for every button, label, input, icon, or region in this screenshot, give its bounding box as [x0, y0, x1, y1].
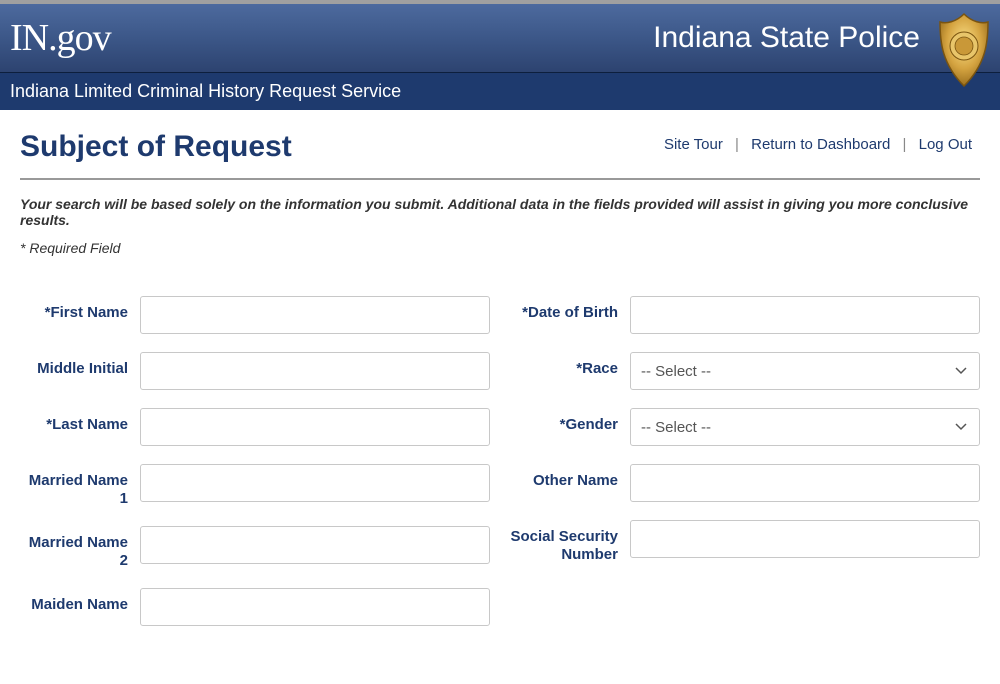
nav-separator: |: [735, 136, 739, 153]
top-nav-links: Site Tour | Return to Dashboard | Log Ou…: [656, 136, 980, 153]
last-name-label: *Last Name: [20, 408, 140, 434]
instructions-text: Your search will be based solely on the …: [20, 196, 980, 228]
last-name-row: *Last Name: [20, 408, 490, 446]
middle-initial-label: Middle Initial: [20, 352, 140, 378]
return-dashboard-link[interactable]: Return to Dashboard: [743, 136, 898, 153]
married-name-1-row: Married Name 1: [20, 464, 490, 508]
ingov-logo[interactable]: IN.gov: [10, 16, 111, 60]
dob-input[interactable]: [630, 296, 980, 334]
race-row: *Race -- Select --: [510, 352, 980, 390]
gender-select[interactable]: -- Select --: [630, 408, 980, 446]
race-label: *Race: [510, 352, 630, 378]
log-out-link[interactable]: Log Out: [911, 136, 980, 153]
other-name-input[interactable]: [630, 464, 980, 502]
gender-row: *Gender -- Select --: [510, 408, 980, 446]
married-name-2-row: Married Name 2: [20, 526, 490, 570]
ssn-input[interactable]: [630, 520, 980, 558]
police-badge-icon: [936, 12, 992, 88]
agency-name: Indiana State Police: [653, 21, 920, 55]
form-grid: *First Name Middle Initial *Last Name Ma…: [20, 296, 980, 644]
maiden-name-row: Maiden Name: [20, 588, 490, 626]
other-name-label: Other Name: [510, 464, 630, 490]
service-title-bar: Indiana Limited Criminal History Request…: [0, 72, 1000, 110]
ssn-row: Social Security Number: [510, 520, 980, 564]
race-select[interactable]: -- Select --: [630, 352, 980, 390]
dob-row: *Date of Birth: [510, 296, 980, 334]
ssn-label: Social Security Number: [510, 520, 630, 564]
first-name-input[interactable]: [140, 296, 490, 334]
maiden-name-input[interactable]: [140, 588, 490, 626]
site-tour-link[interactable]: Site Tour: [656, 136, 731, 153]
form-right-column: *Date of Birth *Race -- Select -- *Gende…: [510, 296, 980, 644]
married-name-2-label: Married Name 2: [20, 526, 140, 570]
form-left-column: *First Name Middle Initial *Last Name Ma…: [20, 296, 490, 644]
first-name-label: *First Name: [20, 296, 140, 322]
maiden-name-label: Maiden Name: [20, 588, 140, 614]
main-content: Site Tour | Return to Dashboard | Log Ou…: [0, 110, 1000, 684]
first-name-row: *First Name: [20, 296, 490, 334]
married-name-1-input[interactable]: [140, 464, 490, 502]
required-field-note: * Required Field: [20, 240, 980, 256]
married-name-2-input[interactable]: [140, 526, 490, 564]
married-name-1-label: Married Name 1: [20, 464, 140, 508]
last-name-input[interactable]: [140, 408, 490, 446]
nav-separator: |: [903, 136, 907, 153]
dob-label: *Date of Birth: [510, 296, 630, 322]
middle-initial-input[interactable]: [140, 352, 490, 390]
header-banner: IN.gov Indiana State Police: [0, 4, 1000, 72]
title-divider: [20, 178, 980, 180]
other-name-row: Other Name: [510, 464, 980, 502]
gender-label: *Gender: [510, 408, 630, 434]
middle-initial-row: Middle Initial: [20, 352, 490, 390]
